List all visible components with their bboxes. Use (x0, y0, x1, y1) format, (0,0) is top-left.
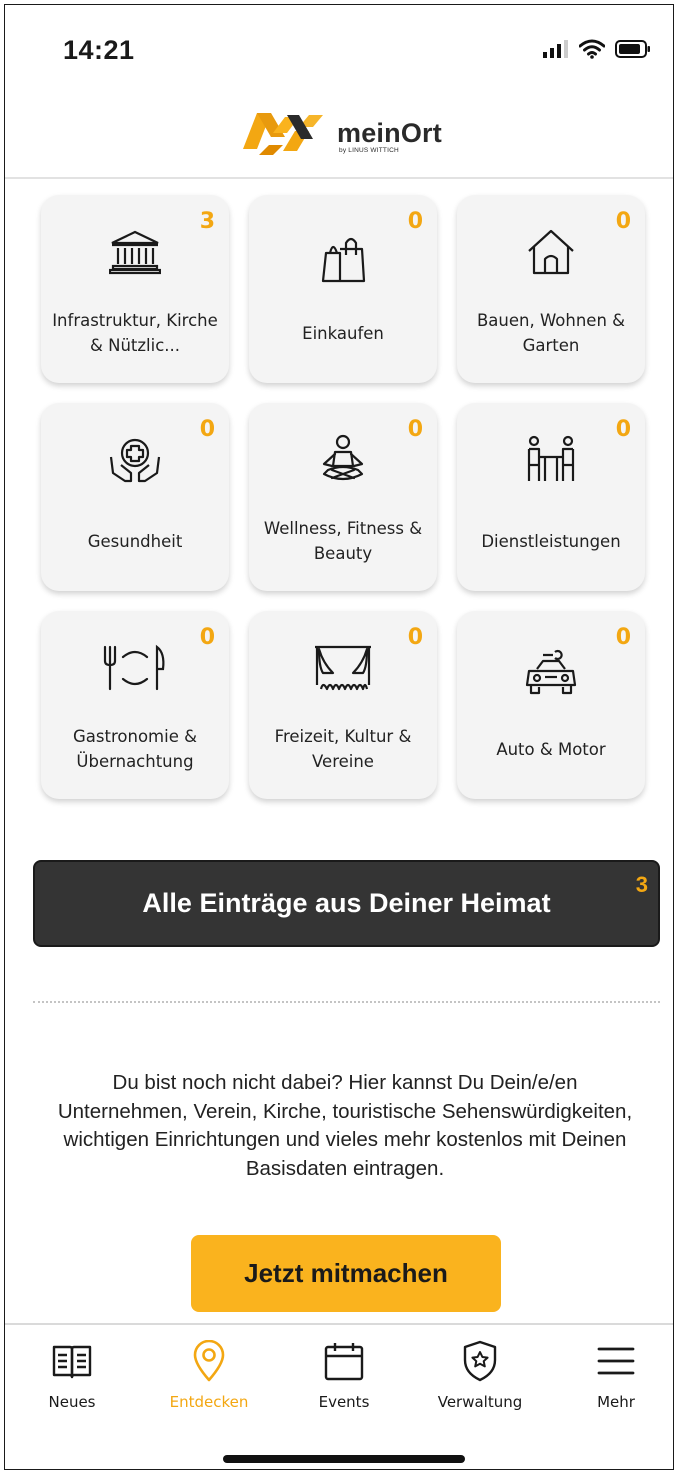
tab-label: Entdecken (169, 1393, 249, 1411)
category-label: Bauen, Wohnen & Garten (476, 311, 626, 355)
tab-verwaltung[interactable]: Verwaltung (425, 1339, 535, 1419)
category-tile-einkaufen[interactable]: 0 Einkaufen (249, 195, 437, 383)
shield-star-icon (463, 1340, 497, 1382)
meinort-logo: meinOrt by LINUS WITTICH (243, 105, 442, 157)
category-tile-bauen[interactable]: 0 Bauen, Wohnen & Garten (457, 195, 645, 383)
join-now-button[interactable]: Jetzt mitmachen (191, 1235, 501, 1312)
plate-cutlery-icon (103, 644, 165, 691)
status-time: 14:21 (63, 35, 135, 65)
tab-label: Mehr (597, 1393, 635, 1411)
logo-name: meinOrt (337, 118, 442, 148)
dotted-divider (33, 1001, 660, 1003)
calendar-icon (324, 1343, 364, 1381)
bank-icon (109, 230, 161, 275)
logo-mark-icon (243, 113, 323, 155)
wifi-icon (579, 39, 605, 59)
category-label: Einkaufen (302, 323, 384, 343)
all-entries-count: 3 (635, 872, 648, 897)
tab-events[interactable]: Events (289, 1339, 399, 1419)
tab-label: Events (318, 1393, 370, 1411)
tab-label: Verwaltung (437, 1393, 523, 1411)
health-hands-icon (109, 438, 161, 483)
category-tile-gastronomie[interactable]: 0 Gastronomie & Übernachtung (41, 611, 229, 799)
category-label: Freizeit, Kultur & Vereine (274, 727, 412, 771)
app-header: meinOrt by LINUS WITTICH (5, 95, 673, 179)
shopping-bag-icon (321, 237, 366, 283)
house-icon (528, 229, 574, 275)
tab-entdecken[interactable]: Entdecken (154, 1339, 264, 1419)
tab-label: Neues (48, 1393, 96, 1411)
category-tile-dienstleistungen[interactable]: 0 Dienstleistungen (457, 403, 645, 591)
tab-mehr[interactable]: Mehr (561, 1339, 671, 1419)
battery-icon (615, 40, 650, 58)
theater-stage-icon (315, 645, 371, 691)
category-label: Dienstleistungen (481, 531, 621, 551)
category-label: Gastronomie & Übernachtung (73, 727, 197, 771)
status-bar: 14:21 (5, 5, 673, 95)
people-table-icon (527, 435, 575, 481)
book-icon (52, 1345, 92, 1379)
meditation-icon (322, 434, 364, 481)
home-indicator[interactable] (223, 1455, 465, 1463)
menu-icon (597, 1347, 635, 1375)
cellular-signal-icon (543, 40, 568, 58)
status-icons (543, 39, 651, 59)
logo-subtitle: by LINUS WITTICH (339, 147, 399, 154)
bottom-tab-bar: Neues Entdecken Events Verwaltung Mehr (5, 1323, 673, 1469)
map-pin-icon (193, 1340, 225, 1382)
car-icon (525, 649, 577, 695)
category-label: Gesundheit (87, 531, 183, 551)
category-tile-freizeit[interactable]: 0 Freizeit, Kultur & Vereine (249, 611, 437, 799)
category-tile-gesundheit[interactable]: 0 Gesundheit (41, 403, 229, 591)
all-entries-button[interactable]: Alle Einträge aus Deiner Heimat 3 (33, 860, 660, 947)
category-label: Infrastruktur, Kirche & Nützlic... (52, 311, 218, 355)
category-label: Auto & Motor (496, 739, 606, 759)
category-tile-wellness[interactable]: 0 Wellness, Fitness & Beauty (249, 403, 437, 591)
all-entries-label: Alle Einträge aus Deiner Heimat (142, 888, 551, 918)
category-label: Wellness, Fitness & Beauty (263, 519, 423, 563)
tab-neues[interactable]: Neues (17, 1339, 127, 1419)
category-tile-infrastruktur[interactable]: 3 Infrastruktur, Kirche & Nützlic... (41, 195, 229, 383)
promo-text: Du bist noch nicht dabei? Hier kannst Du… (57, 1071, 633, 1180)
category-tile-auto[interactable]: 0 Auto & Motor (457, 611, 645, 799)
join-now-label: Jetzt mitmachen (244, 1258, 448, 1288)
app-screen: 14:21 meinOrt by LINUS WITTICH 3 Infrast… (4, 4, 674, 1470)
